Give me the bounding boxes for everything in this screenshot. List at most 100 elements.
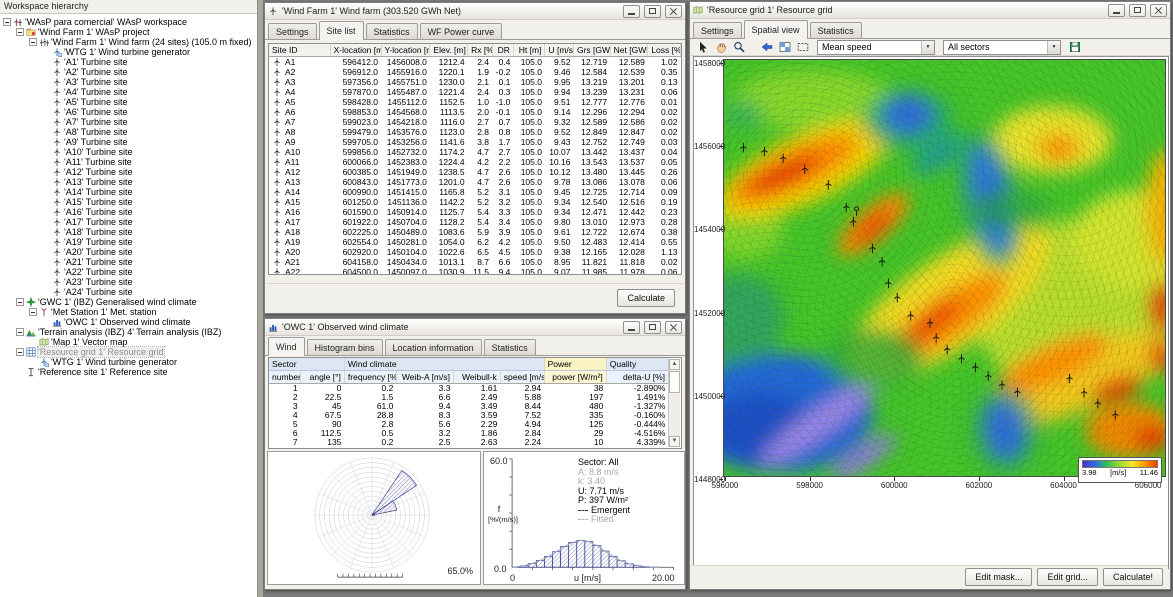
tree-item[interactable]: 'A8' Turbine site [0,127,257,137]
calculate-button[interactable]: Calculate [617,289,675,307]
tree-item[interactable]: 'A6' Turbine site [0,107,257,117]
tree-expander-icon[interactable] [16,28,24,36]
maximize-button[interactable] [1129,4,1146,17]
wind-farm-titlebar[interactable]: 'Wind Farm 1' Wind farm (303.520 GWh Net… [265,3,685,20]
turbine-marker[interactable] [1081,388,1087,398]
tab[interactable]: Statistics [484,339,536,355]
turbine-marker[interactable] [933,333,939,343]
sector-row[interactable]: 1 0 0.2 3.3 1.61 2.94 38 -2.890% [269,384,669,394]
tree-item[interactable]: 'Map 1' Vector map [0,337,257,347]
turbine-marker[interactable] [894,293,900,303]
tab[interactable]: Location information [385,339,482,355]
turbine-marker[interactable] [1067,374,1073,384]
site-row[interactable]: A6 598853.0 1454568.0 1113.5 2.0 -0.1 10… [269,107,681,117]
turbine-marker[interactable] [985,372,991,382]
tree-item[interactable]: 'WTG 1' Wind turbine generator [0,47,257,57]
site-row[interactable]: A5 598428.0 1455112.0 1152.5 1.0 -1.0 10… [269,97,681,107]
toolbar-button[interactable] [694,40,712,55]
scroll-down-icon[interactable] [669,436,680,447]
maximize-button[interactable] [644,5,661,18]
tab[interactable]: WF Power curve [420,23,503,39]
tree-item[interactable]: 'A10' Turbine site [0,147,257,157]
toolbar-button[interactable] [776,40,794,55]
site-row[interactable]: A9 599705.0 1453256.0 1141.6 3.8 1.7 105… [269,137,681,147]
tree-item[interactable]: 'A15' Turbine site [0,197,257,207]
sector-row[interactable]: 3 45 61.0 9.4 3.49 8.44 480 -1.327% [269,402,669,411]
tree-item[interactable]: 'A12' Turbine site [0,167,257,177]
vertical-scrollbar[interactable] [668,359,680,447]
value-dropdown[interactable]: Mean speed [817,40,935,55]
turbine-marker[interactable] [802,164,808,174]
sector-row[interactable]: 5 90 2.8 5.6 2.29 4.94 125 -0.444% [269,420,669,429]
tree-item[interactable]: 'A9' Turbine site [0,137,257,147]
turbine-marker[interactable] [780,154,786,164]
site-row[interactable]: A16 601590.0 1450914.0 1125.7 5.4 3.3 10… [269,207,681,217]
tree-item[interactable]: 'A18' Turbine site [0,227,257,237]
turbine-marker[interactable] [869,244,875,254]
toolbar-button[interactable] [1066,40,1084,55]
close-button[interactable] [665,321,682,334]
site-row[interactable]: A3 597356.0 1455751.0 1230.0 2.1 0.1 105… [269,77,681,87]
tree-item[interactable]: 'A17' Turbine site [0,217,257,227]
tree-item[interactable]: 'A22' Turbine site [0,267,257,277]
sector-row[interactable]: 2 22.5 1.5 6.6 2.49 5.88 197 1.491% [269,393,669,402]
tree-item[interactable]: 'Wind Farm 1' WAsP project [0,27,257,37]
tree-item[interactable]: 'A21' Turbine site [0,257,257,267]
tree-item[interactable]: 'A11' Turbine site [0,157,257,167]
panel-splitter[interactable] [258,0,263,597]
turbine-marker[interactable] [908,311,914,321]
tree-expander-icon[interactable] [29,308,37,316]
site-row[interactable]: A7 599023.0 1454218.0 1116.0 2.7 0.7 105… [269,117,681,127]
site-row[interactable]: A13 600843.0 1451773.0 1201.0 4.7 2.6 10… [269,177,681,187]
toolbar-button[interactable] [794,40,812,55]
owc-titlebar[interactable]: 'OWC 1' Observed wind climate [265,319,685,336]
tree-item[interactable]: 'A19' Turbine site [0,237,257,247]
chevron-down-icon[interactable] [1047,41,1060,54]
turbine-marker[interactable] [879,257,885,267]
site-marker[interactable] [855,207,859,216]
toolbar-button[interactable] [758,40,776,55]
tab[interactable]: Settings [693,22,742,38]
site-row[interactable]: A17 601922.0 1450704.0 1128.2 5.4 3.4 10… [269,217,681,227]
maximize-button[interactable] [644,321,661,334]
tree-item[interactable]: 'A1' Turbine site [0,57,257,67]
tree-expander-icon[interactable] [16,348,24,356]
tab[interactable]: Site list [319,21,364,40]
tree-item[interactable]: 'A16' Turbine site [0,207,257,217]
site-row[interactable]: A14 600990.0 1451415.0 1165.8 5.2 3.1 10… [269,187,681,197]
tab[interactable]: Statistics [810,22,862,38]
tree-expander-icon[interactable] [16,298,24,306]
close-button[interactable] [1150,4,1167,17]
site-row[interactable]: A1 596412.0 1456008.0 1212.4 2.4 0.4 105… [269,57,681,68]
site-row[interactable]: A19 602554.0 1450281.0 1054.0 6.2 4.2 10… [269,237,681,247]
tab[interactable]: Wind [268,337,305,356]
tree-item[interactable]: 'A14' Turbine site [0,187,257,197]
turbine-marker[interactable] [958,354,964,364]
tree-item[interactable]: 'A23' Turbine site [0,277,257,287]
tree-expander-icon[interactable] [29,38,37,46]
site-row[interactable]: A8 599479.0 1453576.0 1123.0 2.8 0.8 105… [269,127,681,137]
scroll-thumb[interactable] [669,371,680,393]
turbine-marker[interactable] [885,279,891,289]
tree-expander-icon[interactable] [3,18,11,26]
turbine-marker[interactable] [1112,410,1118,420]
tree-item[interactable]: 'Wind Farm 1' Wind farm (24 sites) (105.… [0,37,257,47]
tree-item[interactable]: 'Resource grid 1' Resource grid [0,347,257,357]
tree-item[interactable]: 'WAsP para comercial' WAsP workspace [0,17,257,27]
site-row[interactable]: A4 597870.0 1455487.0 1221.4 2.4 0.3 105… [269,87,681,97]
sector-row[interactable]: 8 157.5 0.2 2.6 2.02 2.29 14 1.568% [269,447,669,449]
site-row[interactable]: A21 604158.0 1450434.0 1013.1 8.7 6.6 10… [269,257,681,267]
turbine-marker[interactable] [972,363,978,373]
turbine-marker[interactable] [999,380,1005,390]
turbine-marker[interactable] [1014,387,1020,397]
turbine-marker[interactable] [944,345,950,355]
tree-item[interactable]: 'A2' Turbine site [0,67,257,77]
tree-item[interactable]: 'A3' Turbine site [0,77,257,87]
tree-item[interactable]: 'A13' Turbine site [0,177,257,187]
sector-row[interactable]: 4 67.5 28.8 8.3 3.59 7.52 335 -0.160% [269,411,669,420]
site-row[interactable]: A2 596912.0 1455916.0 1220.1 1.9 -0.2 10… [269,67,681,77]
footer-button[interactable]: Edit grid... [1037,568,1098,586]
turbine-marker[interactable] [761,147,767,157]
toolbar-button[interactable] [712,40,730,55]
turbine-marker[interactable] [825,180,831,190]
